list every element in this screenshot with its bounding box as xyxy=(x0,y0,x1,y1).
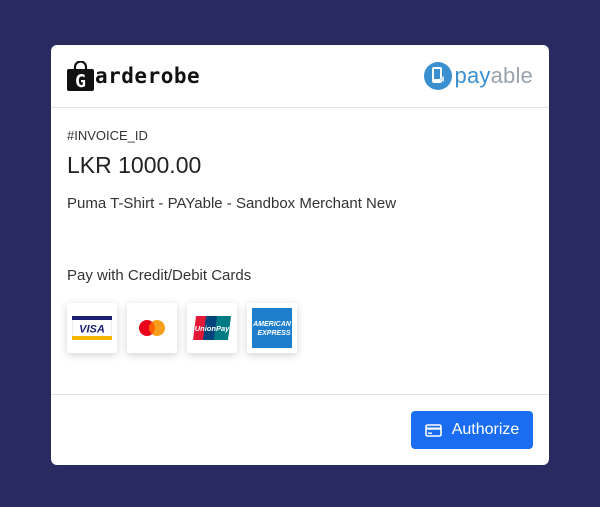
unionpay-icon: UnionPay xyxy=(193,316,231,340)
svg-text:UnionPay: UnionPay xyxy=(195,324,230,333)
shopping-bag-icon: G xyxy=(67,61,94,91)
payable-name-part2: able xyxy=(490,63,533,88)
merchant-logo-letter: G xyxy=(75,71,86,91)
amex-option[interactable]: AMERICAN EXPRESS xyxy=(247,303,297,353)
authorize-label: Authorize xyxy=(451,421,520,438)
footer-divider xyxy=(51,394,549,395)
payment-method-label: Pay with Credit/Debit Cards xyxy=(67,267,252,284)
invoice-id: #INVOICE_ID xyxy=(67,128,148,143)
payable-logo: payable xyxy=(423,61,533,91)
svg-text:EXPRESS: EXPRESS xyxy=(257,330,290,337)
merchant-name: arderobe xyxy=(95,64,201,88)
invoice-description: Puma T-Shirt - PAYable - Sandbox Merchan… xyxy=(67,195,397,212)
checkout-card: G arderobe payable #INVOICE_ID LKR 1000.… xyxy=(51,45,549,465)
mastercard-option[interactable] xyxy=(127,303,177,353)
checkout-header: G arderobe payable xyxy=(51,45,549,108)
authorize-button[interactable]: Authorize xyxy=(411,411,533,449)
payable-name-part1: pay xyxy=(454,63,491,88)
payable-phone-icon xyxy=(423,62,452,90)
visa-icon: VISA xyxy=(72,316,112,340)
card-options: VISA UnionPay AMERICAN EXPRESS xyxy=(67,303,307,353)
unionpay-option[interactable]: UnionPay xyxy=(187,303,237,353)
svg-text:AMERICAN: AMERICAN xyxy=(252,321,292,328)
mastercard-icon xyxy=(139,320,165,336)
merchant-logo: G arderobe xyxy=(67,61,200,91)
svg-text:VISA: VISA xyxy=(79,324,105,336)
amex-icon: AMERICAN EXPRESS xyxy=(252,308,292,348)
invoice-amount: LKR 1000.00 xyxy=(67,152,202,178)
credit-card-icon xyxy=(424,423,442,437)
visa-option[interactable]: VISA xyxy=(67,303,117,353)
